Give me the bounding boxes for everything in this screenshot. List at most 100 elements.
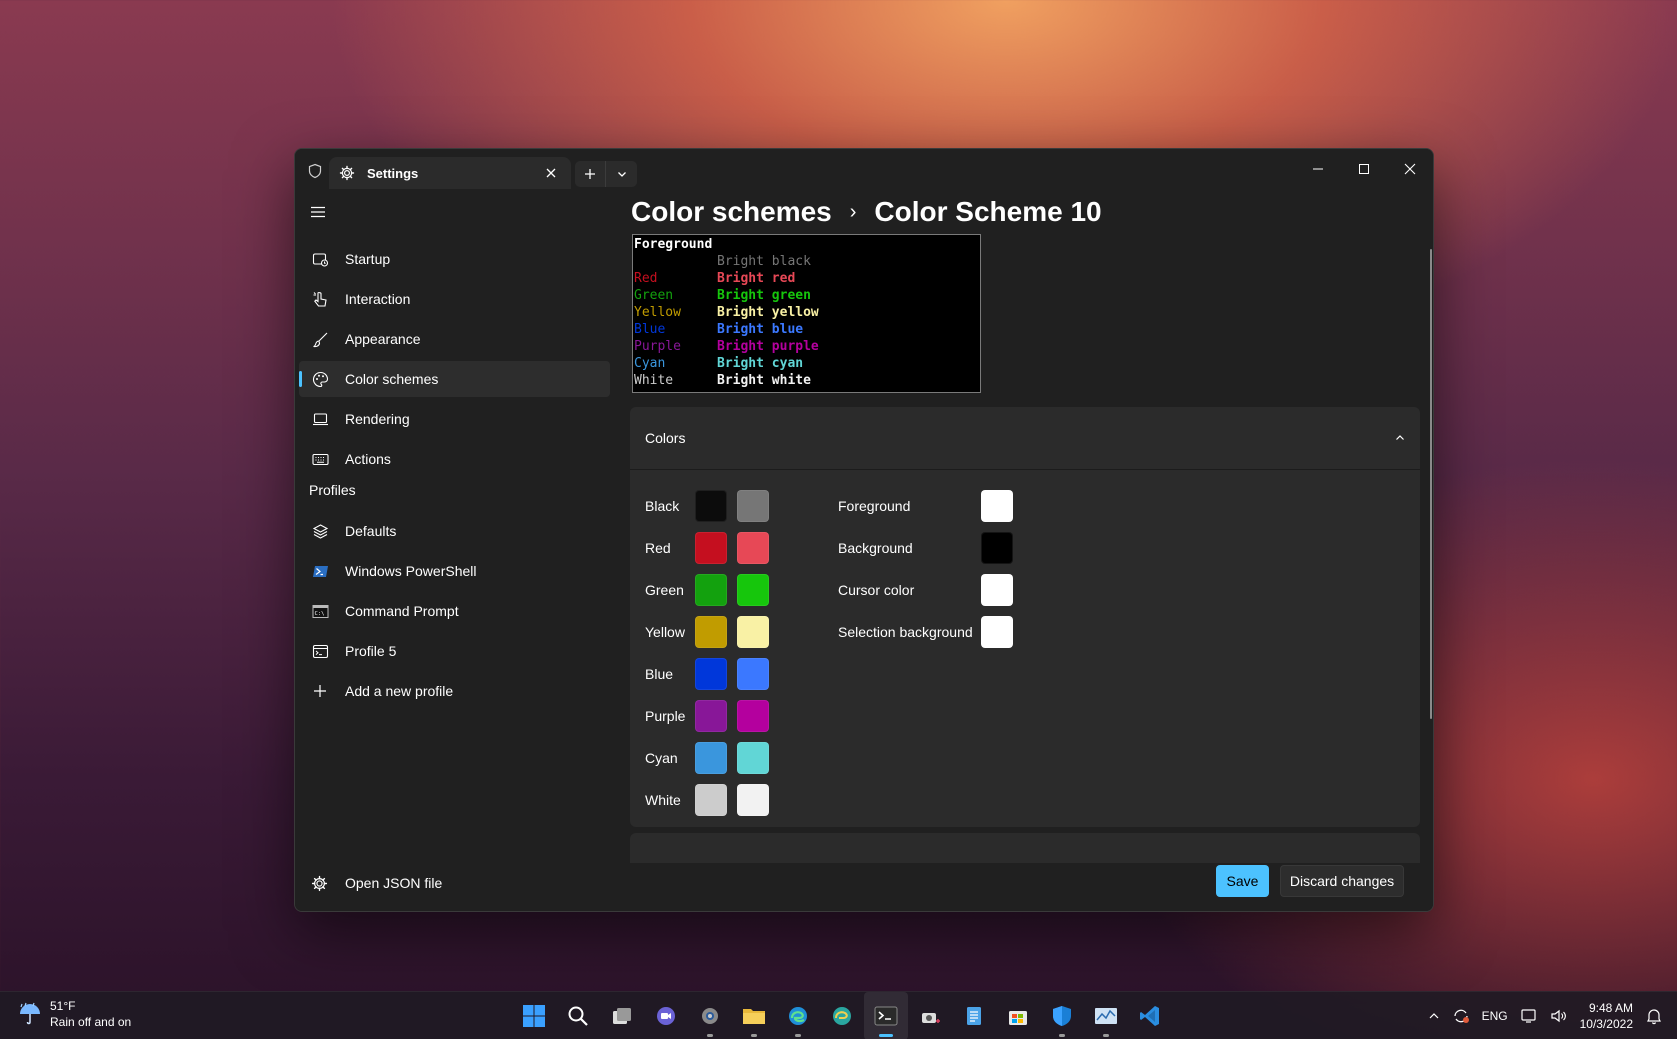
- language-indicator[interactable]: ENG: [1482, 1009, 1508, 1023]
- preview-normal-text: Foreground: [634, 236, 717, 253]
- windows-security-button[interactable]: [1040, 992, 1084, 1039]
- notifications-icon[interactable]: [1645, 1007, 1663, 1025]
- sidebar-item-interaction[interactable]: Interaction: [299, 281, 610, 317]
- task-view-button[interactable]: [600, 992, 644, 1039]
- weather-widget[interactable]: 51°F Rain off and on: [16, 998, 131, 1030]
- maximize-button[interactable]: [1341, 149, 1387, 189]
- notepad-button[interactable]: [952, 992, 996, 1039]
- color-swatch-red[interactable]: [695, 532, 727, 564]
- color-label: Blue: [645, 666, 695, 682]
- color-swatch-background[interactable]: [981, 532, 1013, 564]
- taskbar-apps: [512, 992, 1172, 1039]
- open-json-file-button[interactable]: Open JSON file: [299, 865, 610, 901]
- clock[interactable]: 9:48 AM 10/3/2022: [1580, 1000, 1633, 1032]
- clock-date: 10/3/2022: [1580, 1016, 1633, 1032]
- security-shield-icon: [1051, 1005, 1073, 1027]
- chat-icon: [655, 1005, 677, 1027]
- color-swatch-cursor-color[interactable]: [981, 574, 1013, 606]
- color-swatch-black[interactable]: [695, 490, 727, 522]
- preview-normal-text: Red: [634, 270, 717, 287]
- tab-settings[interactable]: Settings: [329, 157, 571, 189]
- color-swatch-bright-cyan[interactable]: [737, 742, 769, 774]
- preview-bright-text: Bright cyan: [717, 355, 803, 372]
- sidebar-item-color-schemes[interactable]: Color schemes: [299, 361, 610, 397]
- color-swatch-bright-green[interactable]: [737, 574, 769, 606]
- sidebar-item-windows-powershell[interactable]: Windows PowerShell: [299, 553, 610, 589]
- sidebar-item-actions[interactable]: Actions: [299, 441, 610, 477]
- new-tab-button[interactable]: [575, 161, 606, 187]
- performance-monitor-button[interactable]: [1084, 992, 1128, 1039]
- color-swatch-selection-background[interactable]: [981, 616, 1013, 648]
- color-row-white: White: [645, 784, 779, 816]
- system-tray: ENG 9:48 AM 10/3/2022: [1416, 992, 1663, 1039]
- sync-icon[interactable]: [1452, 1007, 1470, 1025]
- next-expander-header[interactable]: [630, 833, 1420, 863]
- tab-dropdown-button[interactable]: [606, 161, 637, 187]
- color-swatch-purple[interactable]: [695, 700, 727, 732]
- preview-row: GreenBright green: [634, 287, 979, 304]
- color-swatch-cyan[interactable]: [695, 742, 727, 774]
- discard-changes-button[interactable]: Discard changes: [1280, 865, 1404, 897]
- sidebar-item-label: Startup: [345, 251, 390, 267]
- sidebar-item-appearance[interactable]: Appearance: [299, 321, 610, 357]
- color-row-cyan: Cyan: [645, 742, 779, 774]
- color-swatch-bright-blue[interactable]: [737, 658, 769, 690]
- windows-logo-icon: [522, 1004, 546, 1028]
- start-button[interactable]: [512, 992, 556, 1039]
- color-swatch-bright-yellow[interactable]: [737, 616, 769, 648]
- colors-expander-title: Colors: [645, 430, 1395, 446]
- hamburger-menu-icon[interactable]: [309, 203, 329, 223]
- breadcrumb: Color schemes › Color Scheme 10: [631, 196, 1102, 228]
- sidebar-item-defaults[interactable]: Defaults: [299, 513, 610, 549]
- settings-app-button[interactable]: [688, 992, 732, 1039]
- sidebar-item-profile-5[interactable]: Profile 5: [299, 633, 610, 669]
- file-explorer-button[interactable]: [732, 992, 776, 1039]
- terminal-settings-window: Settings: [294, 148, 1434, 912]
- color-swatch-blue[interactable]: [695, 658, 727, 690]
- microsoft-store-button[interactable]: [996, 992, 1040, 1039]
- preview-row: CyanBright cyan: [634, 355, 979, 372]
- sidebar-item-startup[interactable]: Startup: [299, 241, 610, 277]
- color-swatch-white[interactable]: [695, 784, 727, 816]
- chevron-up-icon: [1395, 430, 1405, 446]
- windows-terminal-button[interactable]: [864, 992, 908, 1039]
- breadcrumb-parent[interactable]: Color schemes: [631, 196, 832, 228]
- vscode-button[interactable]: [1128, 992, 1172, 1039]
- color-swatch-yellow[interactable]: [695, 616, 727, 648]
- color-swatch-bright-red[interactable]: [737, 532, 769, 564]
- color-label: Purple: [645, 708, 695, 724]
- content-scrollbar[interactable]: [1430, 249, 1432, 719]
- color-swatch-bright-white[interactable]: [737, 784, 769, 816]
- volume-icon[interactable]: [1550, 1007, 1568, 1025]
- show-hidden-icons-icon[interactable]: [1428, 1010, 1440, 1022]
- preview-row: PurpleBright purple: [634, 338, 979, 355]
- preview-row: YellowBright yellow: [634, 304, 979, 321]
- save-button[interactable]: Save: [1216, 865, 1269, 897]
- minimize-button[interactable]: [1295, 149, 1341, 189]
- snipping-tool-button[interactable]: [908, 992, 952, 1039]
- sidebar-item-command-prompt[interactable]: C:\ Command Prompt: [299, 593, 610, 629]
- layers-icon: [311, 522, 329, 540]
- close-tab-icon[interactable]: [541, 163, 561, 183]
- cmd-icon: C:\: [311, 602, 329, 620]
- preview-normal-text: Green: [634, 287, 717, 304]
- color-row-purple: Purple: [645, 700, 779, 732]
- add-new-profile-button[interactable]: Add a new profile: [299, 673, 610, 709]
- colors-expander-header[interactable]: Colors: [630, 407, 1420, 470]
- close-window-button[interactable]: [1387, 149, 1433, 189]
- sidebar-item-label: Appearance: [345, 331, 421, 347]
- search-button[interactable]: [556, 992, 600, 1039]
- weather-temp: 51°F: [50, 998, 131, 1014]
- color-swatch-foreground[interactable]: [981, 490, 1013, 522]
- sidebar-item-rendering[interactable]: Rendering: [299, 401, 610, 437]
- color-swatch-green[interactable]: [695, 574, 727, 606]
- edge-canary-button[interactable]: [820, 992, 864, 1039]
- color-row-black: Black: [645, 490, 779, 522]
- color-swatch-bright-purple[interactable]: [737, 700, 769, 732]
- title-bar: Settings: [295, 149, 1433, 189]
- preview-bright-text: Bright red: [717, 270, 795, 287]
- edge-browser-button[interactable]: [776, 992, 820, 1039]
- color-swatch-bright-black[interactable]: [737, 490, 769, 522]
- network-icon[interactable]: [1520, 1007, 1538, 1025]
- teams-chat-button[interactable]: [644, 992, 688, 1039]
